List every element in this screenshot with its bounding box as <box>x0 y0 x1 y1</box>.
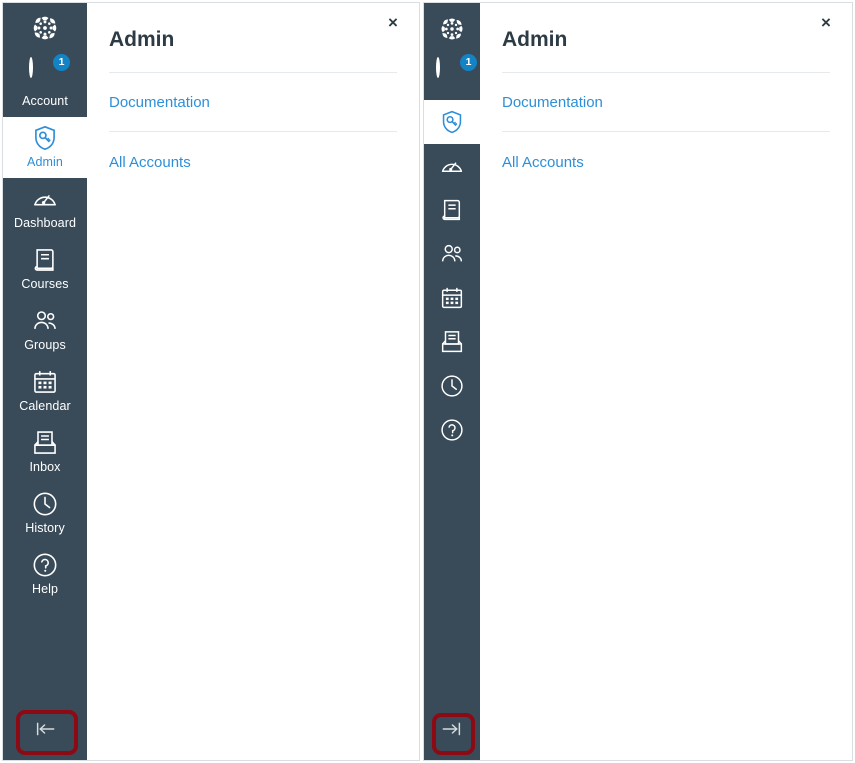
sidebar-item-calendar[interactable]: Calendar <box>3 361 87 422</box>
close-icon[interactable]: × <box>814 11 838 35</box>
groups-people-icon <box>441 244 463 262</box>
sidebar-item-calendar[interactable] <box>424 276 480 320</box>
history-clock-icon <box>441 375 463 397</box>
canvas-logo[interactable] <box>424 3 480 50</box>
sidebar-item-courses[interactable] <box>424 188 480 232</box>
sidebar-item-groups[interactable] <box>424 232 480 276</box>
tray-link-documentation[interactable]: Documentation <box>109 73 397 112</box>
close-icon[interactable]: × <box>381 11 405 35</box>
sidebar-item-admin[interactable] <box>424 100 480 144</box>
admin-shield-key-icon <box>442 110 462 134</box>
sidebar-item-label: Admin <box>27 155 63 169</box>
minimize-global-navigation-button[interactable] <box>22 712 68 746</box>
sidebar-item-label: Calendar <box>19 399 71 413</box>
help-question-icon <box>33 553 57 577</box>
nav-toggle-row <box>424 702 480 760</box>
sidebar-item-label: Dashboard <box>13 216 77 230</box>
inbox-tray-icon <box>441 331 463 353</box>
sidebar-item-history[interactable]: History <box>3 483 87 544</box>
tray-link-documentation[interactable]: Documentation <box>502 73 830 112</box>
sidebar-item-dashboard[interactable] <box>424 144 480 188</box>
admin-tray-collapsed: × Admin Documentation All Accounts <box>480 3 852 760</box>
avatar-icon <box>436 57 440 78</box>
canvas-logo-icon <box>33 16 57 40</box>
sidebar-item-inbox[interactable] <box>424 320 480 364</box>
sidebar-item-help[interactable] <box>424 408 480 452</box>
tray-link-all-accounts[interactable]: All Accounts <box>502 132 830 172</box>
sidebar-item-courses[interactable]: Courses <box>3 239 87 300</box>
sidebar-item-label: Groups <box>24 338 66 352</box>
global-navigation-collapsed: 1 <box>424 3 480 760</box>
nav-toggle-row <box>3 702 87 760</box>
sidebar-item-label: Courses <box>21 277 69 291</box>
sidebar-item-dashboard[interactable]: Dashboard <box>3 178 87 239</box>
avatar: 1 <box>29 54 70 91</box>
collapsed-nav-panel: 1 × Admin Documentation All Accounts <box>423 2 853 761</box>
sidebar-item-label: History <box>25 521 65 535</box>
avatar-icon <box>29 57 33 78</box>
canvas-logo[interactable] <box>3 3 87 52</box>
admin-tray-expanded: × Admin Documentation All Accounts <box>87 3 419 760</box>
courses-book-icon <box>442 199 461 221</box>
expanded-nav-panel: 1 Account Admin Dashboard Courses Groups… <box>2 2 420 761</box>
account-badge-count: 1 <box>53 54 70 71</box>
nav-item-account[interactable]: 1 <box>424 50 480 100</box>
sidebar-item-groups[interactable]: Groups <box>3 300 87 361</box>
account-badge-count: 1 <box>460 54 477 71</box>
collapse-arrow-left-icon <box>36 722 55 736</box>
canvas-logo-icon <box>441 18 463 40</box>
sidebar-item-label: Inbox <box>29 460 61 474</box>
page-title: Admin <box>109 28 175 51</box>
sidebar-item-inbox[interactable]: Inbox <box>3 422 87 483</box>
tray-inner: × Admin Documentation All Accounts <box>87 3 419 760</box>
inbox-tray-icon <box>34 431 56 454</box>
global-navigation-expanded: 1 Account Admin Dashboard Courses Groups… <box>3 3 87 760</box>
groups-people-icon <box>34 311 56 329</box>
nav-item-account[interactable]: 1 Account <box>3 52 87 117</box>
history-clock-icon <box>33 492 57 516</box>
nav-item-label: Account <box>22 94 68 108</box>
sidebar-item-label: Help <box>31 582 59 596</box>
calendar-icon <box>34 371 56 393</box>
sidebar-item-history[interactable] <box>424 364 480 408</box>
tray-inner: × Admin Documentation All Accounts <box>480 3 852 760</box>
dashboard-gauge-icon <box>34 195 56 206</box>
avatar: 1 <box>436 54 477 91</box>
calendar-icon <box>441 287 463 309</box>
help-question-icon <box>441 419 463 441</box>
sidebar-item-help[interactable]: Help <box>3 544 87 605</box>
courses-book-icon <box>34 249 54 271</box>
expand-arrow-right-icon <box>442 722 461 736</box>
page-title: Admin <box>502 28 568 51</box>
dashboard-gauge-icon <box>441 162 463 173</box>
tray-link-all-accounts[interactable]: All Accounts <box>109 132 397 172</box>
admin-shield-key-icon <box>35 125 55 151</box>
expand-global-navigation-button[interactable] <box>432 712 472 746</box>
sidebar-item-admin[interactable]: Admin <box>3 117 87 178</box>
